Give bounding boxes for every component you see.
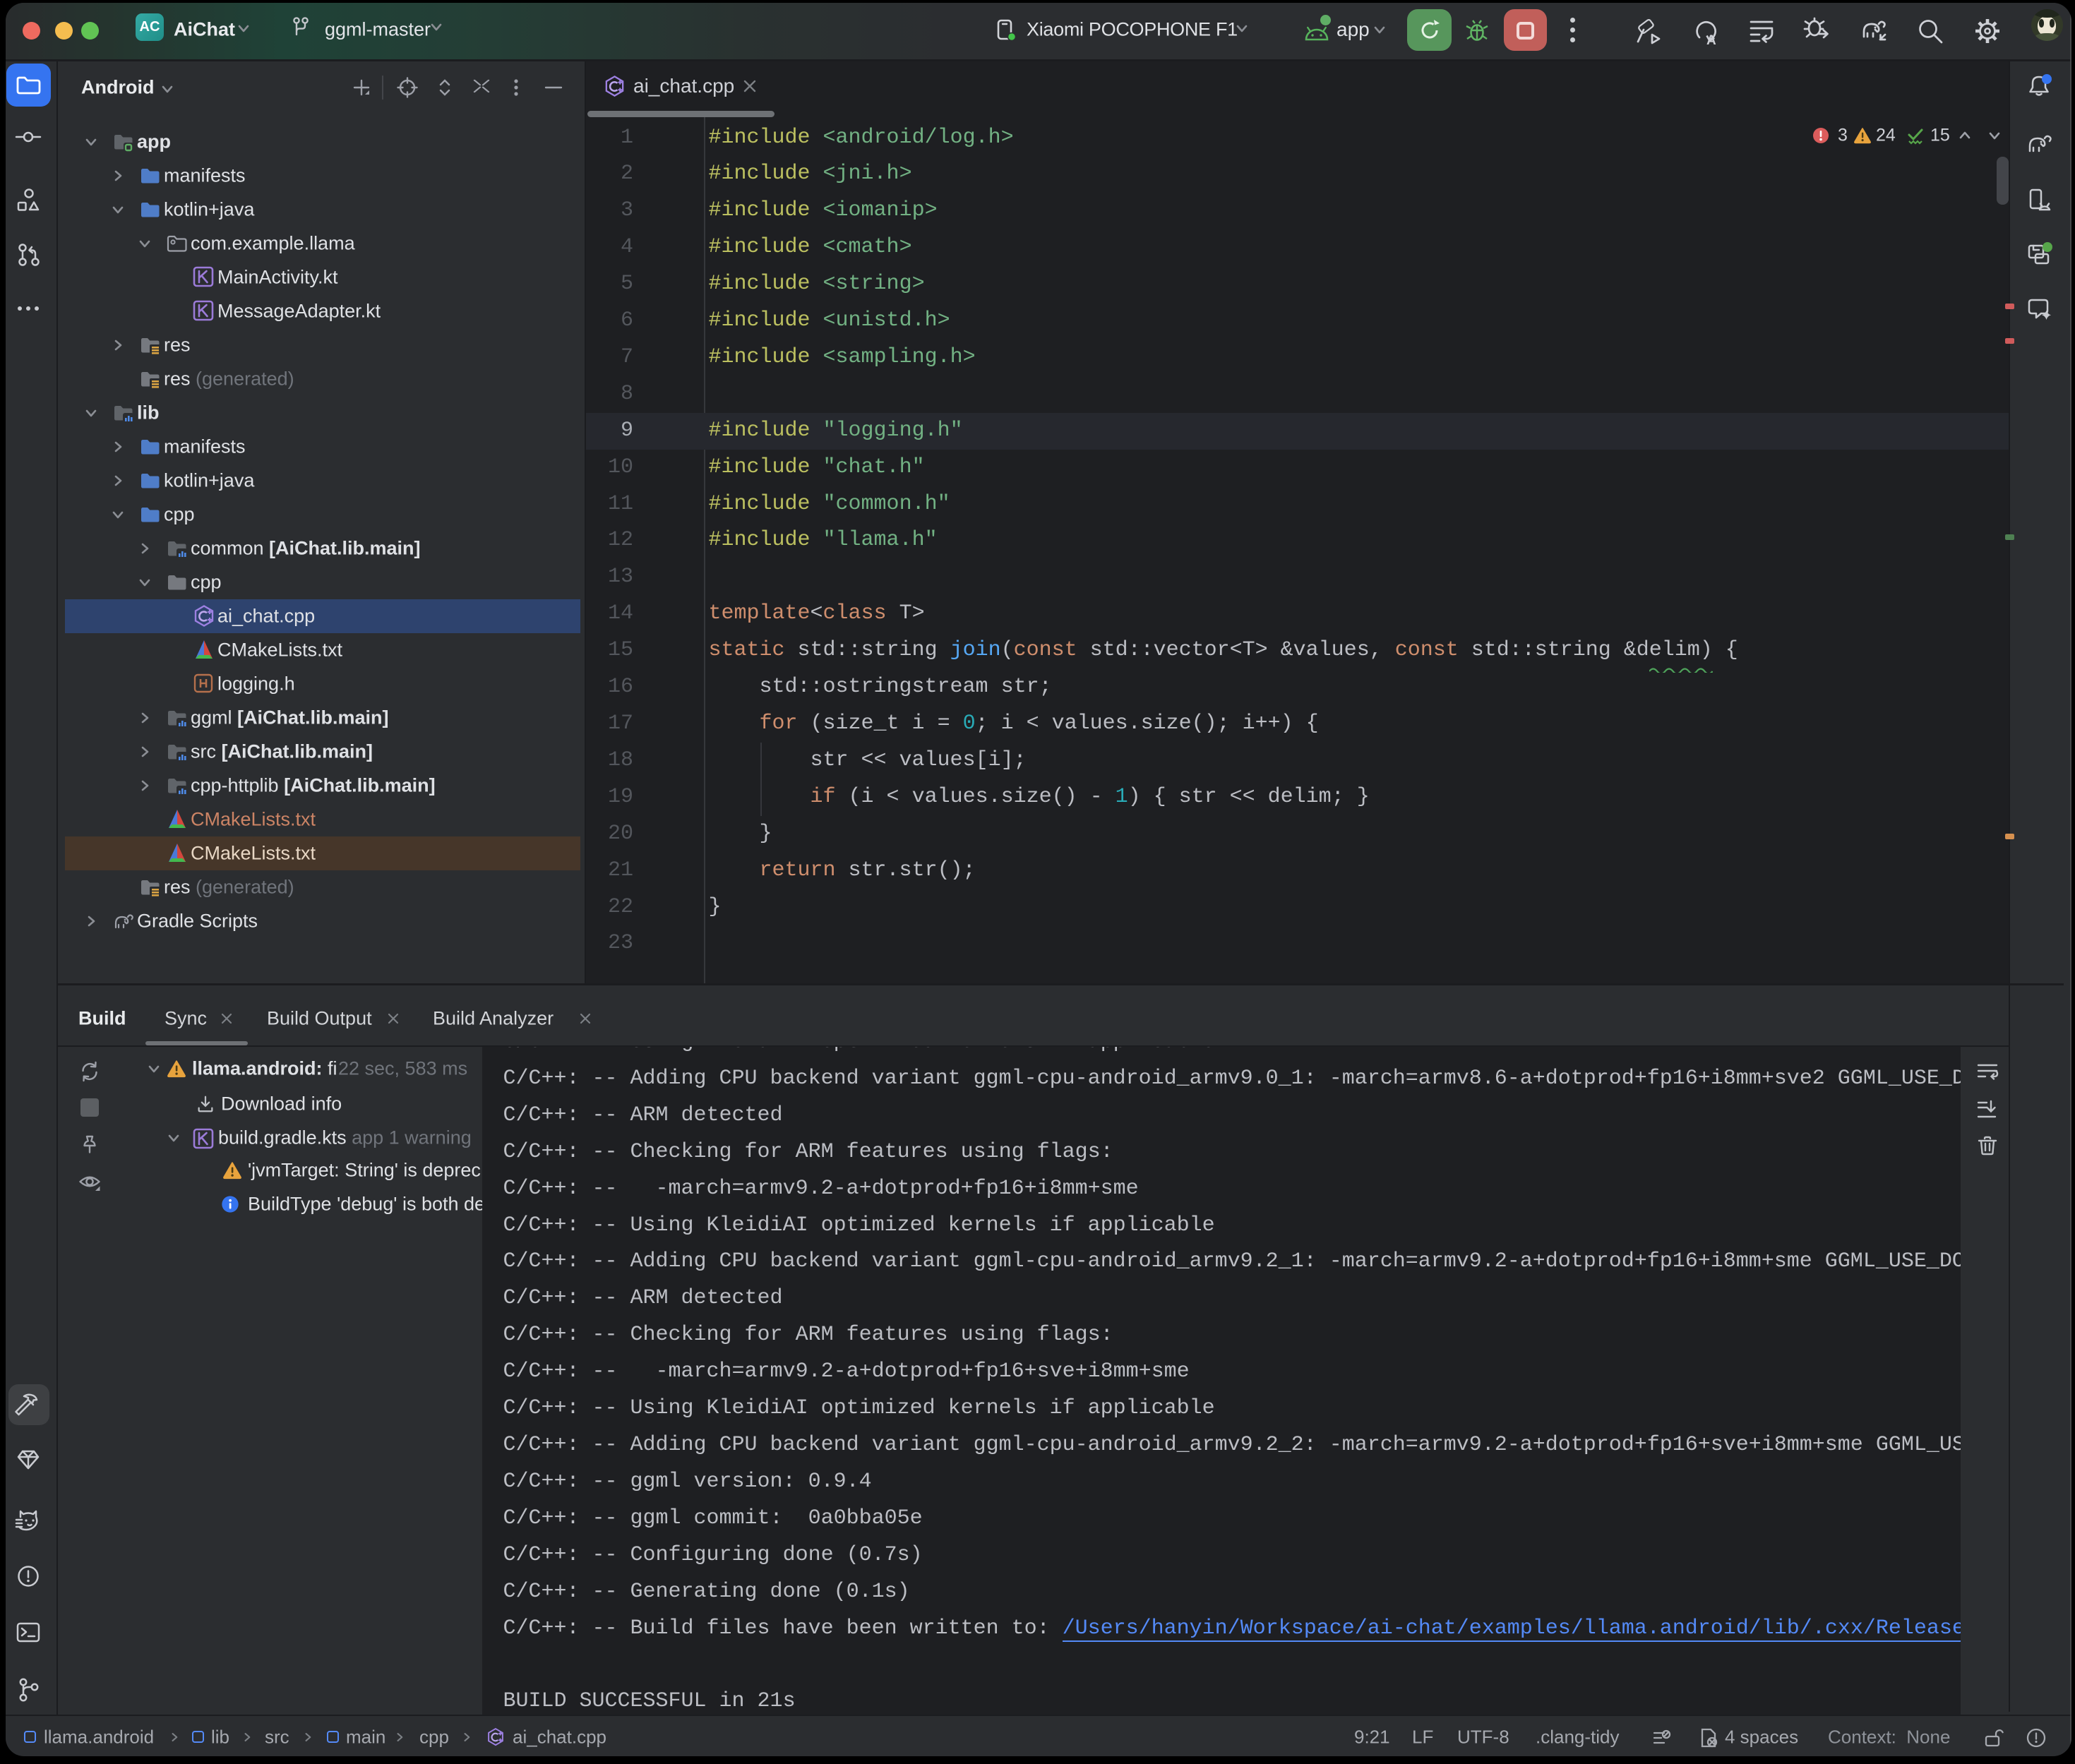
- svg-text:A: A: [1706, 33, 1716, 47]
